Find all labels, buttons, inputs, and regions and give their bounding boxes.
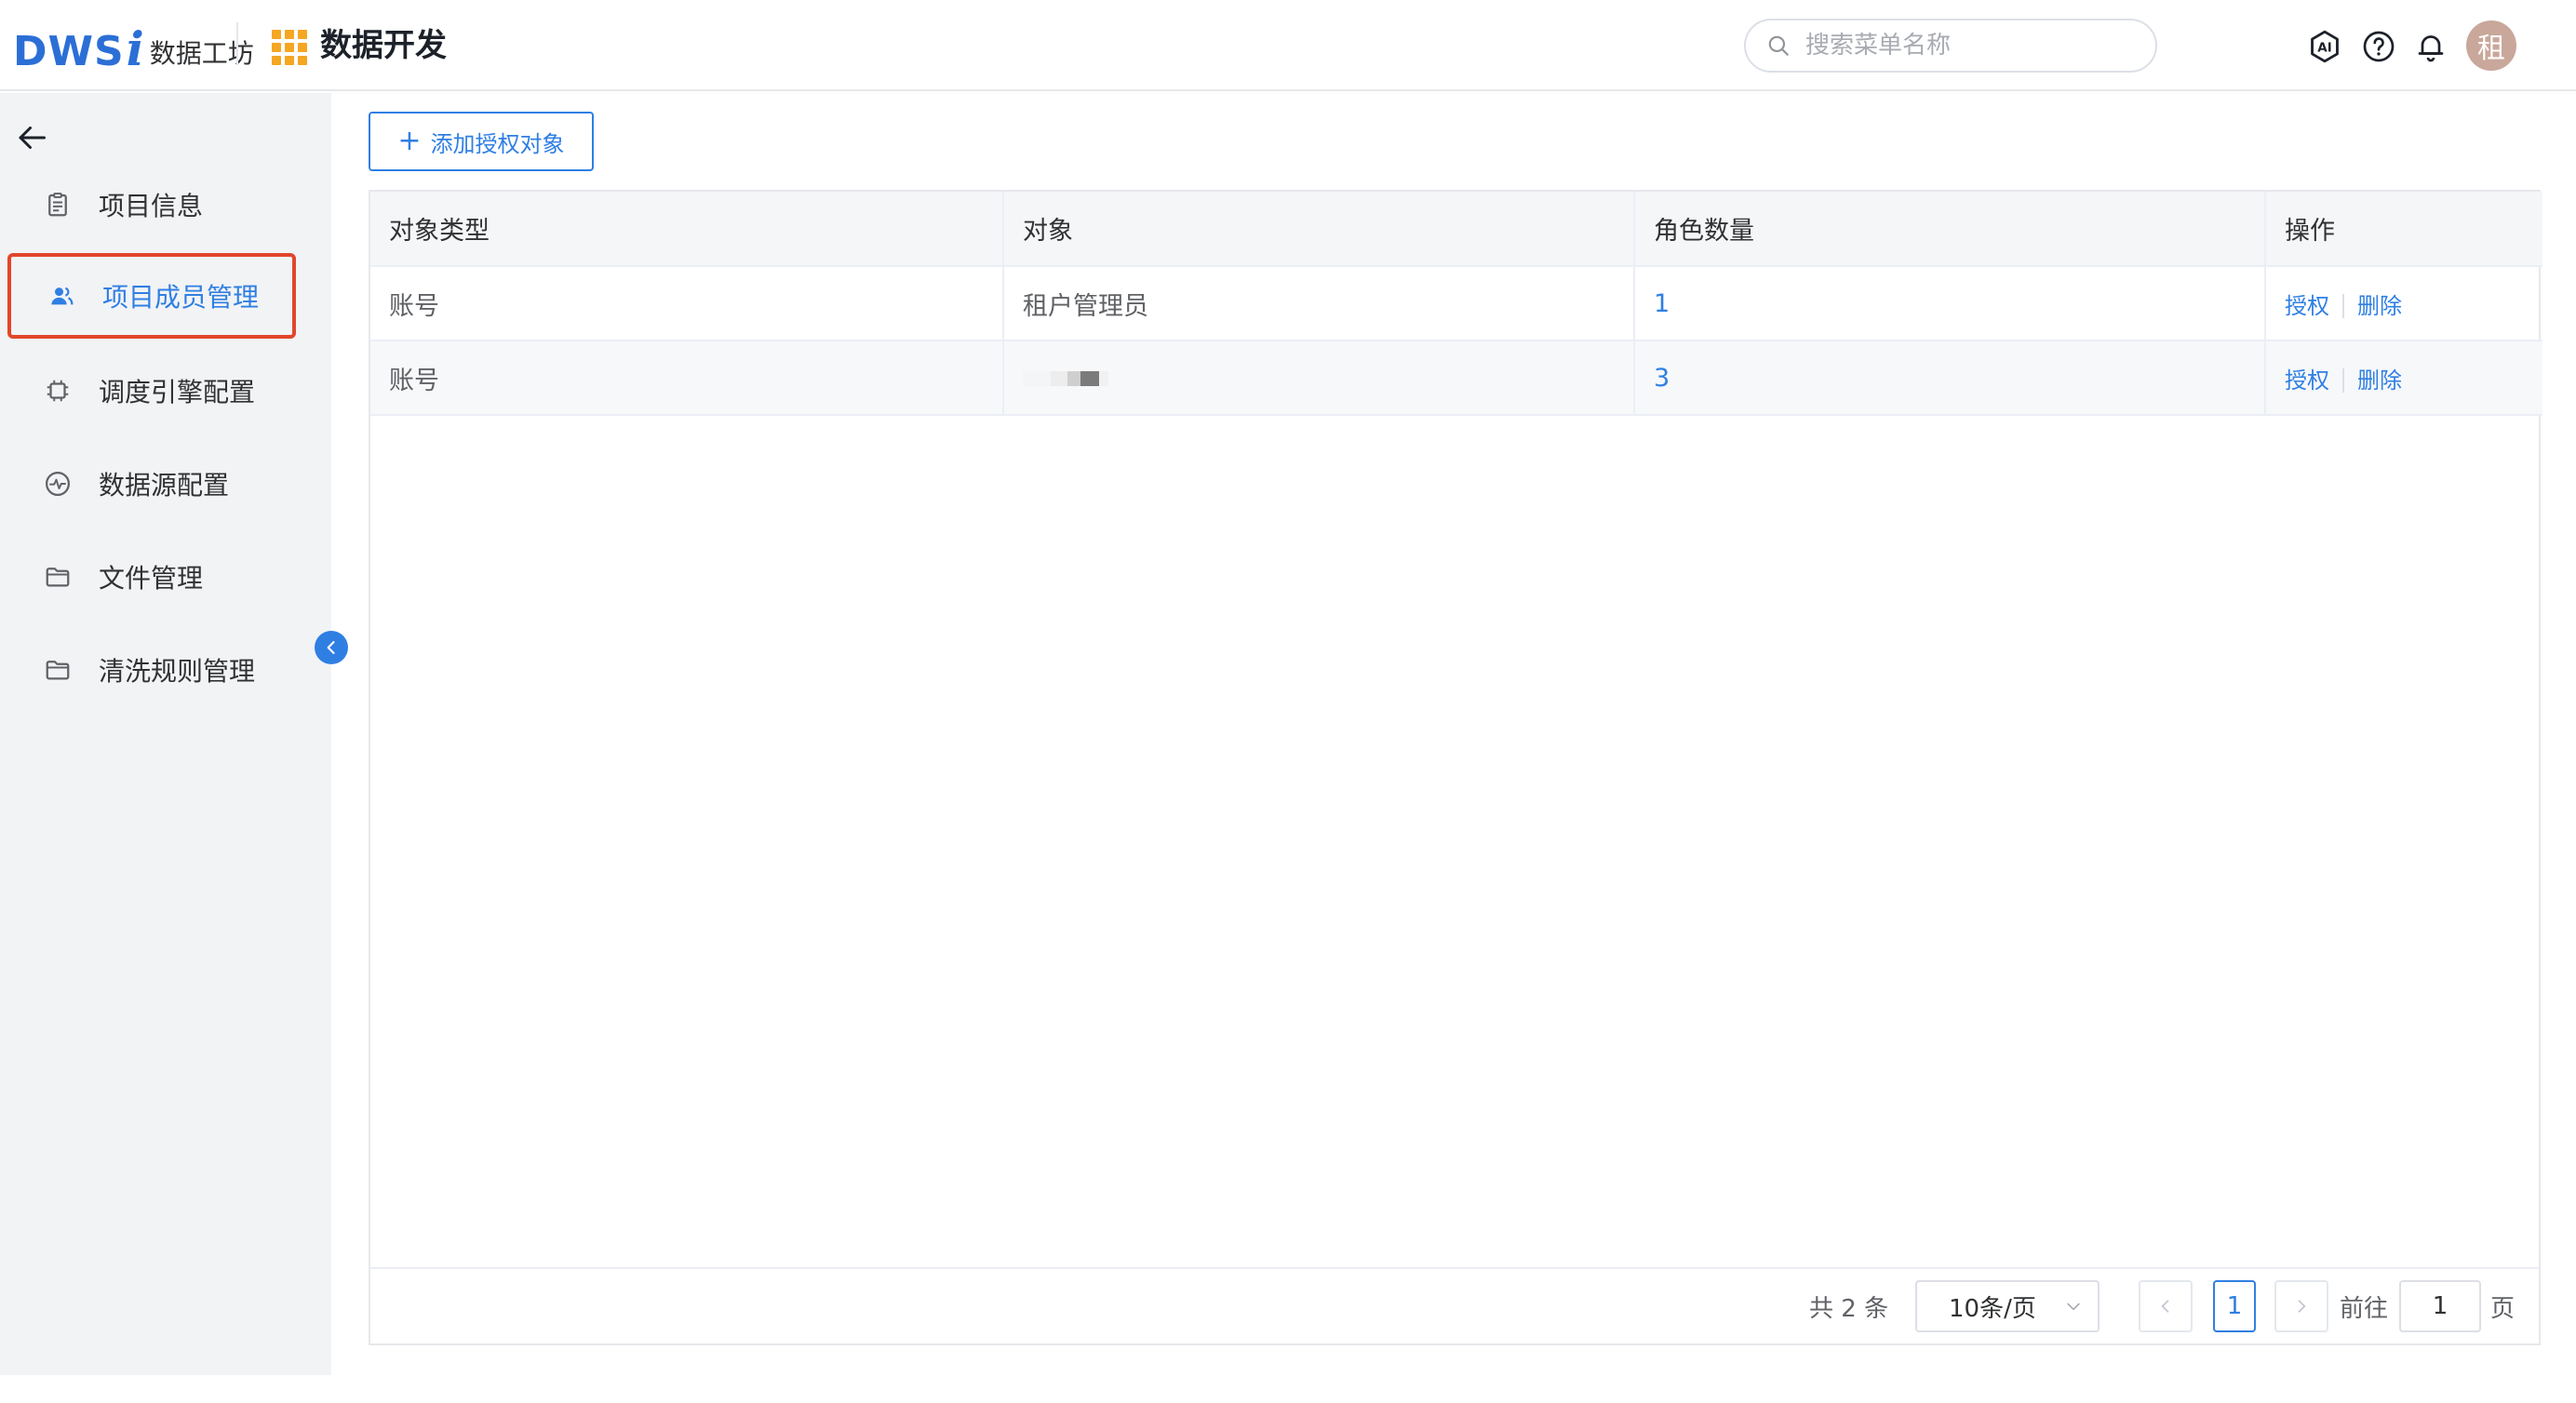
chevron-right-icon (2298, 1300, 2306, 1313)
table-row: 账号 租户管理员 1 授权 删除 (370, 266, 2542, 341)
svg-text:AI: AI (2317, 42, 2331, 56)
sidebar-item-label: 文件管理 (99, 563, 204, 594)
plus-icon: + (397, 125, 422, 157)
grant-button[interactable]: 授权 (2285, 367, 2329, 394)
search-input[interactable] (1805, 32, 2140, 60)
goto-label: 前往 (2340, 1295, 2389, 1323)
delete-button[interactable]: 删除 (2357, 293, 2402, 319)
masked-object-name (1023, 370, 1108, 386)
sidebar-item-label: 调度引擎配置 (99, 377, 256, 408)
user-avatar[interactable]: 租 (2466, 20, 2516, 71)
search-icon (1768, 35, 1789, 56)
table-header-row: 对象类型 对象 角色数量 操作 (370, 192, 2542, 267)
cell-object-type: 账号 (370, 266, 1004, 341)
app-title: 数据开发 (320, 27, 447, 64)
page-size-value: 10条/页 (1949, 1294, 2036, 1323)
chevron-down-icon (2067, 1303, 2080, 1311)
sidebar-item-member-management[interactable]: 项目成员管理 (7, 253, 296, 339)
cell-object: 租户管理员 (1003, 266, 1635, 341)
chevron-left-icon (327, 641, 335, 654)
sidebar: 项目信息 项目成员管理 调度引擎配置 数据源配置 文件管理 清洗规则管理 (0, 93, 331, 1375)
sidebar-item-cleaning-rules[interactable]: 清洗规则管理 (11, 633, 294, 707)
column-header: 操作 (2265, 192, 2542, 267)
folder-icon (43, 562, 73, 592)
ai-icon[interactable]: AI (2306, 28, 2343, 65)
column-header: 角色数量 (1634, 192, 2266, 267)
column-header: 对象类型 (370, 192, 1004, 267)
prev-page-button[interactable] (2139, 1280, 2193, 1332)
sidebar-item-label: 项目信息 (99, 191, 204, 221)
cell-role-count[interactable]: 3 (1634, 341, 2266, 416)
table-row: 账号 3 授权 删除 (370, 341, 2542, 416)
bell-icon[interactable] (2412, 28, 2449, 65)
sidebar-item-file-management[interactable]: 文件管理 (11, 540, 294, 614)
app-grid-icon[interactable] (272, 30, 307, 65)
page-number-current[interactable]: 1 (2213, 1280, 2256, 1332)
folder-icon (43, 655, 73, 685)
sidebar-item-label: 清洗规则管理 (99, 656, 256, 687)
logo-i: i (126, 21, 144, 76)
header-divider (236, 22, 238, 65)
clipboard-icon (43, 190, 73, 220)
cell-role-count[interactable]: 1 (1634, 266, 2266, 341)
top-header: DWS i 数据工坊 数据开发 AI 租 (0, 0, 2576, 91)
pagination-bar: 共 2 条 10条/页 1 前往 页 (370, 1267, 2539, 1343)
sidebar-item-scheduler-config[interactable]: 调度引擎配置 (11, 354, 294, 428)
grant-button[interactable]: 授权 (2285, 293, 2329, 319)
sidebar-item-datasource-config[interactable]: 数据源配置 (11, 447, 294, 521)
chip-icon (43, 376, 73, 406)
page-size-select[interactable]: 10条/页 (1915, 1280, 2100, 1332)
cell-actions: 授权 删除 (2265, 266, 2542, 341)
delete-button[interactable]: 删除 (2357, 367, 2402, 394)
pagination-total: 共 2 条 (1809, 1295, 1889, 1323)
back-arrow-icon[interactable] (15, 121, 48, 154)
add-button-label: 添加授权对象 (430, 130, 565, 157)
help-icon[interactable] (2360, 28, 2397, 65)
sidebar-collapse-button[interactable] (315, 631, 348, 664)
search-box[interactable] (1744, 19, 2157, 73)
add-authorized-object-button[interactable]: + 添加授权对象 (369, 112, 594, 171)
column-header: 对象 (1003, 192, 1635, 267)
cell-actions: 授权 删除 (2265, 341, 2542, 416)
users-icon (47, 281, 76, 311)
sidebar-item-label: 数据源配置 (99, 470, 230, 501)
pulse-icon (43, 469, 73, 499)
sidebar-item-label: 项目成员管理 (102, 282, 260, 313)
logo-brand: DWS (13, 28, 125, 75)
chevron-left-icon (2161, 1300, 2169, 1313)
brand-logo[interactable]: DWS i 数据工坊 (13, 19, 254, 73)
cell-object (1003, 341, 1635, 416)
next-page-button[interactable] (2274, 1280, 2328, 1332)
cell-object-type: 账号 (370, 341, 1004, 416)
goto-page-input[interactable] (2399, 1280, 2481, 1332)
sidebar-item-project-info[interactable]: 项目信息 (11, 167, 294, 242)
page-suffix: 页 (2490, 1295, 2516, 1323)
authorization-table: 对象类型 对象 角色数量 操作 账号 租户管理员 1 授权 删除 账号 3 授权… (369, 190, 2542, 1345)
